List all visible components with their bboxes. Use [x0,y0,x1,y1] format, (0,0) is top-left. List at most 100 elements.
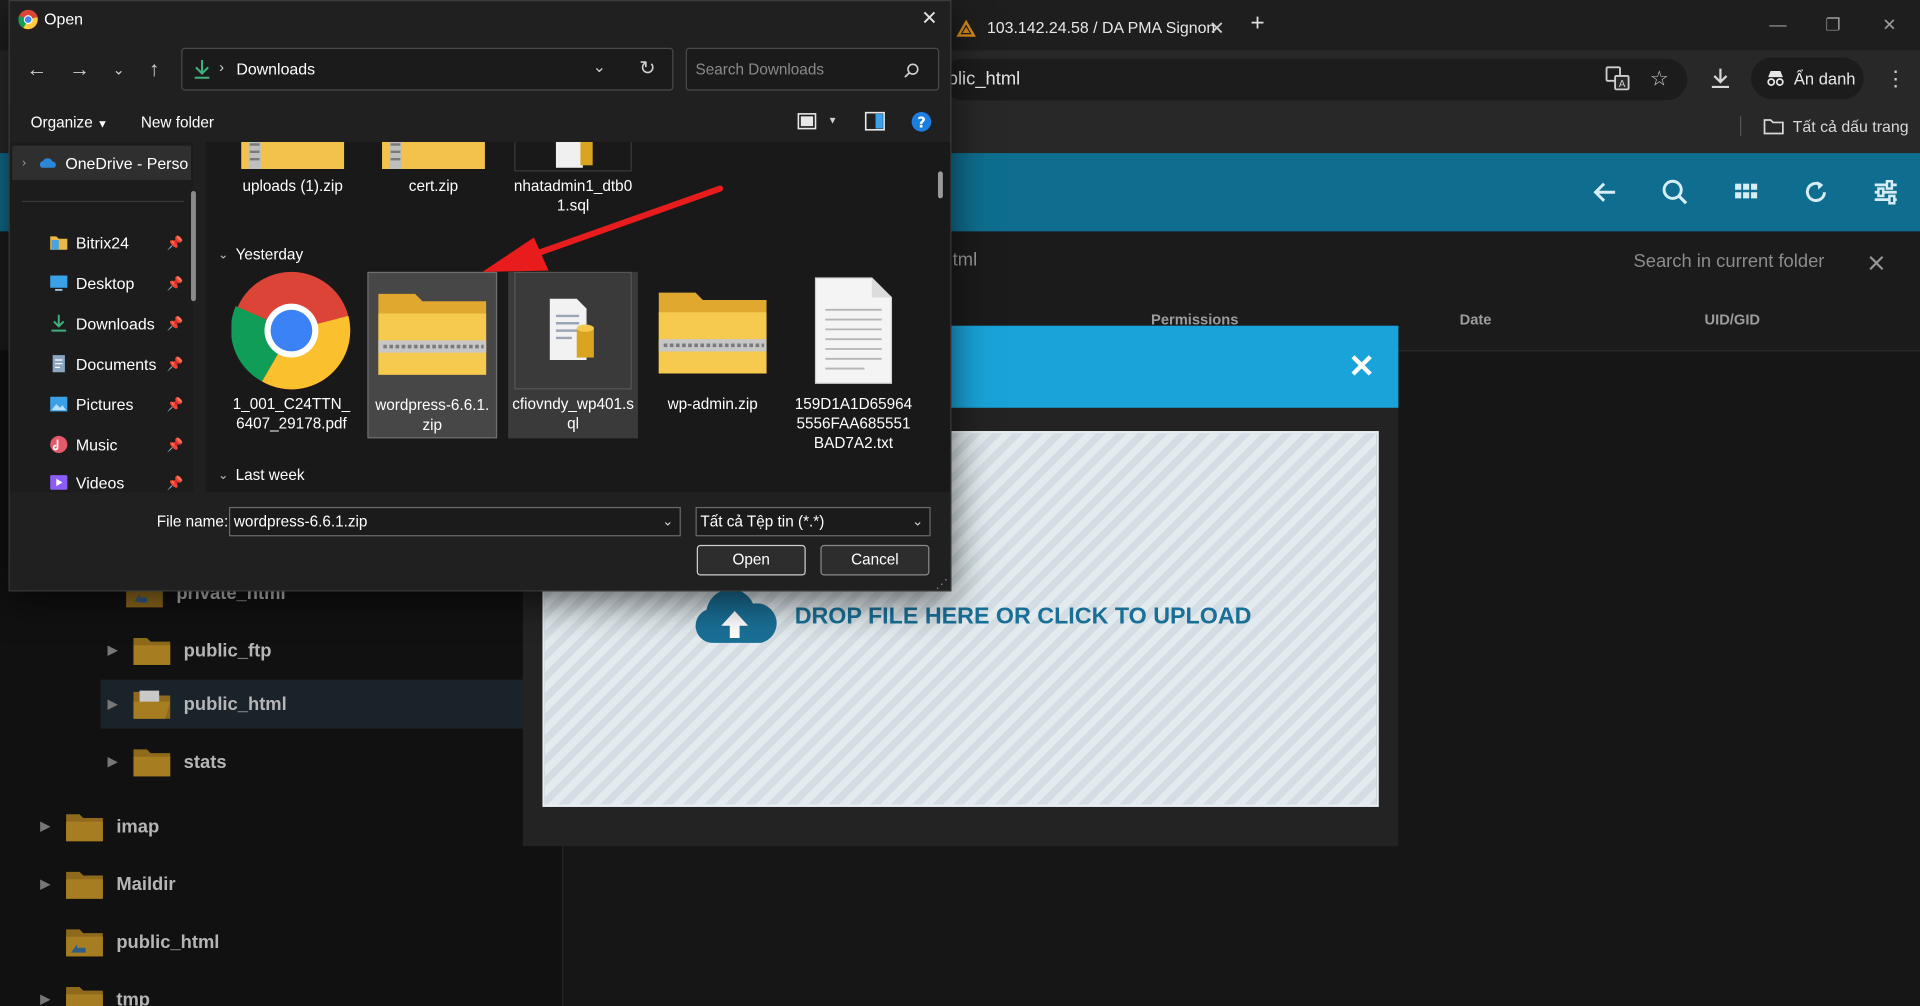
red-arrow-annotation [482,185,724,272]
new-folder-button[interactable]: New folder [141,114,214,131]
zip-folder-icon [372,142,494,171]
chrome-document-icon [230,271,352,390]
zip-folder-icon [371,273,493,391]
address-dropdown-icon[interactable]: ⌄ [593,58,606,78]
group-header-last-week[interactable]: ⌄ Last week [218,467,305,484]
dialog-navigation-pane: › OneDrive - Perso Bitrix24 📌 Desktop 📌 … [9,142,194,493]
tab-close-icon[interactable]: ✕ [1209,17,1224,39]
file-tile[interactable]: cfiovndy_wp401.sql [508,271,638,439]
translate-icon[interactable]: A [1604,65,1633,94]
window-close-icon[interactable]: ✕ [1877,12,1901,36]
forward-icon[interactable]: → [65,55,94,84]
nav-item-label: Bitrix24 [75,233,130,252]
folder-icon [66,814,103,842]
chevron-down-icon[interactable]: ⌄ [662,513,673,529]
file-name-label: File name: [156,513,229,531]
recent-locations-icon[interactable]: ⌄ [104,55,133,84]
incognito-label: Ẩn danh [1793,69,1856,88]
back-icon[interactable]: ← [22,55,51,84]
expand-chevron-icon: › [22,156,27,170]
nav-item-pictures[interactable]: Pictures 📌 [49,387,186,421]
nav-item-onedrive[interactable]: › OneDrive - Perso [12,145,192,181]
up-folder-icon[interactable]: ↑ [140,55,169,84]
resize-grip-icon[interactable]: ⋰ [936,578,948,591]
tree-caret-icon: ▶ [107,643,118,657]
tree-item-label: Maildir [116,873,176,895]
nav-item-downloads[interactable]: Downloads 📌 [49,306,186,340]
file-type-select[interactable]: Tất cả Tệp tin (*.*) ⌄ [695,506,931,537]
nav-item-videos[interactable]: Videos 📌 [49,465,186,492]
file-list-scrollbar[interactable] [937,171,943,199]
tree-item-maildir[interactable]: ▶ Maildir [40,860,530,909]
folder-search-input[interactable]: Search in current folder [1633,251,1824,272]
bookmark-star-icon[interactable]: ☆ [1645,65,1674,94]
modal-close-icon[interactable]: ✕ [1345,349,1379,383]
search-icon[interactable] [1659,176,1691,208]
tree-item-public-ftp[interactable]: ▶ public_ftp [108,626,524,675]
tree-item-stats[interactable]: ▶ stats [108,737,524,786]
file-tile[interactable]: 1_001_C24TTN_6407_29178.pdf [227,271,357,439]
nav-pane-scrollbar[interactable] [191,191,196,302]
browser-tab[interactable]: 103.142.24.58 / DA PMA Signon ✕ [940,5,1231,50]
dialog-title: Open [44,9,84,29]
text-file-icon [792,272,914,390]
browser-menu-icon[interactable]: ⋮ [1881,65,1910,94]
tree-item-public-html-root[interactable]: public_html [40,917,530,966]
pin-icon: 📌 [166,475,184,491]
videos-icon [50,475,68,490]
download-icon[interactable] [1707,65,1736,94]
preview-pane-icon[interactable] [864,111,885,131]
tree-item-label: public_html [183,693,287,715]
file-name-input[interactable]: wordpress-6.6.1.zip ⌄ [228,506,681,537]
all-bookmarks-button[interactable]: Tất cả dấu trang [1763,114,1909,138]
tree-item-imap[interactable]: ▶ imap [40,802,530,851]
back-arrow-icon[interactable] [1589,176,1621,208]
zip-folder-icon [231,142,353,171]
nav-item-label: Downloads [75,314,155,333]
folder-icon [66,871,103,899]
cancel-button[interactable]: Cancel [820,544,930,576]
address-bar[interactable] [942,58,1688,101]
refresh-icon[interactable] [1800,176,1832,208]
column-uid-gid[interactable]: UID/GID [1705,311,1761,328]
nav-item-documents[interactable]: Documents 📌 [49,347,186,381]
file-name: 1_001_C24TTN_6407_29178.pdf [232,395,351,433]
file-tile[interactable]: uploads (1).zip [228,142,358,196]
pin-icon: 📌 [166,397,184,413]
view-options-icon[interactable] [797,113,817,130]
minimize-icon[interactable]: — [1766,12,1790,36]
chevron-down-icon: ▼ [97,117,108,130]
zip-folder-icon [651,272,773,390]
file-type-value: Tất cả Tệp tin (*.*) [700,513,825,531]
file-tile-selected[interactable]: wordpress-6.6.1.zip [367,271,498,439]
new-tab-button[interactable]: + [1244,10,1271,37]
view-dropdown-icon[interactable]: ▼ [828,115,838,126]
grid-view-icon[interactable] [1730,176,1762,208]
file-tile[interactable]: 159D1A1D659645556FAA685551BAD7A2.txt [789,272,919,456]
pin-icon: 📌 [166,235,184,251]
dialog-close-icon[interactable]: ✕ [916,6,943,33]
pictures-icon [50,396,68,412]
settings-sliders-icon[interactable] [1870,176,1902,208]
tree-caret-icon: ▶ [107,754,118,769]
nav-item-bitrix24[interactable]: Bitrix24 📌 [49,225,186,259]
tree-item-label: imap [116,816,160,837]
incognito-button[interactable]: Ẩn danh [1751,57,1864,100]
group-label: Yesterday [235,246,304,264]
collapse-icon[interactable]: ⨯ [1866,247,1887,278]
group-collapse-icon: ⌄ [217,468,229,482]
search-icon[interactable] [904,62,920,78]
organize-button[interactable]: Organize ▼ [31,114,108,131]
file-tile[interactable]: wp-admin.zip [648,272,778,439]
restore-icon[interactable]: ❐ [1821,12,1845,36]
column-date[interactable]: Date [1460,311,1492,328]
help-icon[interactable]: ? [911,111,932,132]
nav-item-label: Pictures [75,394,134,414]
nav-item-music[interactable]: Music 📌 [49,427,186,461]
open-button[interactable]: Open [696,544,806,576]
group-header-yesterday[interactable]: ⌄ Yesterday [218,246,303,263]
tree-item-tmp[interactable]: ▶ tmp [40,975,530,1006]
nav-item-desktop[interactable]: Desktop 📌 [49,266,186,300]
refresh-icon[interactable]: ↻ [639,56,655,80]
tree-item-public-html-selected[interactable]: ▶ public_html [100,679,523,729]
